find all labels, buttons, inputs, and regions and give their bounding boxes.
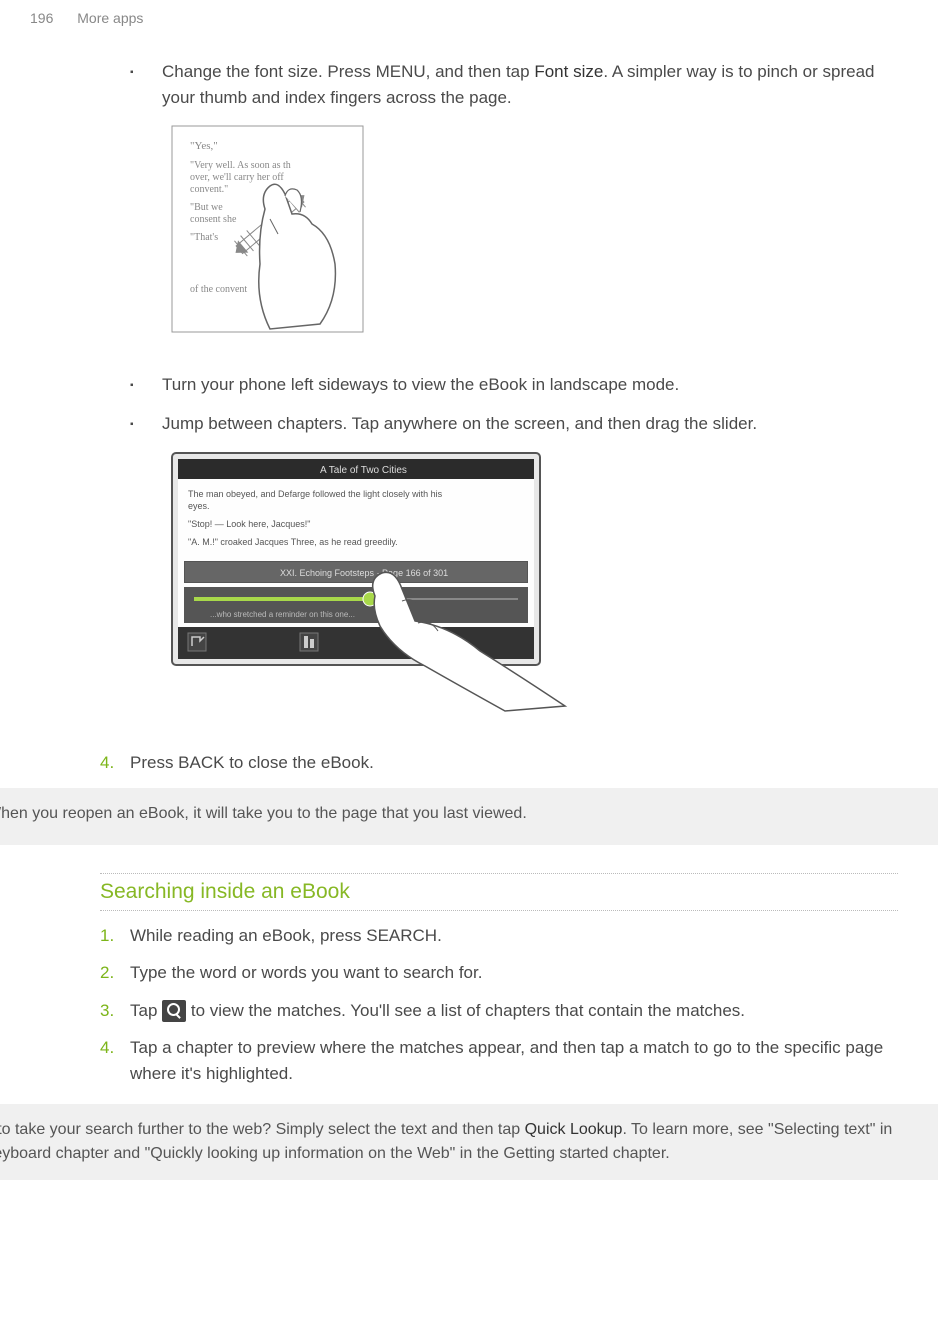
svg-text:"Yes,": "Yes," xyxy=(190,140,218,152)
search-step-2: 2. Type the word or words you want to se… xyxy=(100,960,898,986)
search-step-4: 4. Tap a chapter to preview where the ma… xyxy=(100,1035,898,1086)
page-header: 196 More apps xyxy=(0,0,938,29)
step-4-close: 4. Press BACK to close the eBook. xyxy=(100,750,898,776)
svg-text:"A. M.!" croaked Jacques Three: "A. M.!" croaked Jacques Three, as he re… xyxy=(188,537,398,547)
step-text: While reading an eBook, press SEARCH. xyxy=(130,923,898,949)
page-number: 196 xyxy=(30,10,53,26)
bullet-text: Turn your phone left sideways to view th… xyxy=(162,372,898,398)
svg-text:"That's: "That's xyxy=(190,232,218,243)
svg-text:XXI. Echoing Footsteps · Page: XXI. Echoing Footsteps · Page 166 of 301 xyxy=(280,568,448,578)
step-text: Tap a chapter to preview where the match… xyxy=(130,1035,898,1086)
svg-text:consent she: consent she xyxy=(190,214,237,225)
svg-text:eyes.: eyes. xyxy=(188,501,210,511)
figure-slider: A Tale of Two Cities The man obeyed, and… xyxy=(170,451,898,721)
search-step-3: 3. Tap to view the matches. You'll see a… xyxy=(100,998,898,1024)
svg-text:convent.": convent." xyxy=(190,184,228,195)
svg-text:The man obeyed, and Defarge fo: The man obeyed, and Defarge followed the… xyxy=(188,489,443,499)
figure-pinch: "Yes," "Very well. As soon as th over, w… xyxy=(170,124,898,342)
search-step-1: 1. While reading an eBook, press SEARCH. xyxy=(100,923,898,949)
note-text: When you reopen an eBook, it will take y… xyxy=(0,802,898,826)
tip-text: Want to take your search further to the … xyxy=(0,1118,898,1166)
bullet-item-font-size: ▪ Change the font size. Press MENU, and … xyxy=(130,59,898,110)
search-section: Searching inside an eBook 1. While readi… xyxy=(0,873,938,1086)
step-number: 4. xyxy=(100,750,130,776)
bullet-text: Change the font size. Press MENU, and th… xyxy=(162,59,898,110)
step-number: 3. xyxy=(100,998,130,1024)
step-text: Press BACK to close the eBook. xyxy=(130,750,898,776)
svg-text:...who stretched a reminder on: ...who stretched a reminder on this one.… xyxy=(210,610,355,619)
bullet-marker: ▪ xyxy=(130,372,162,398)
bullet-item-chapters: ▪ Jump between chapters. Tap anywhere on… xyxy=(130,411,898,437)
tip-quick-lookup: Want to take your search further to the … xyxy=(0,1104,938,1180)
step-text: Tap to view the matches. You'll see a li… xyxy=(130,998,898,1024)
section-title: More apps xyxy=(77,10,143,26)
step-number: 1. xyxy=(100,923,130,949)
svg-text:"Very well. As soon as th: "Very well. As soon as th xyxy=(190,160,291,171)
bullet-marker: ▪ xyxy=(130,59,162,110)
bullet-item-landscape: ▪ Turn your phone left sideways to view … xyxy=(130,372,898,398)
bullet-marker: ▪ xyxy=(130,411,162,437)
step-number: 2. xyxy=(100,960,130,986)
note-reopen: When you reopen an eBook, it will take y… xyxy=(0,788,938,846)
bullet-text: Jump between chapters. Tap anywhere on t… xyxy=(162,411,898,437)
svg-text:"Stop! — Look here, Jacques!": "Stop! — Look here, Jacques!" xyxy=(188,519,310,529)
svg-text:over, we'll carry her off: over, we'll carry her off xyxy=(190,172,284,183)
svg-text:of the convent: of the convent xyxy=(190,284,247,295)
step-text: Type the word or words you want to searc… xyxy=(130,960,898,986)
search-icon xyxy=(162,1000,186,1022)
heading-search: Searching inside an eBook xyxy=(100,873,898,911)
page-body: ▪ Change the font size. Press MENU, and … xyxy=(0,29,938,776)
step-number: 4. xyxy=(100,1035,130,1086)
svg-text:A Tale of Two Cities: A Tale of Two Cities xyxy=(320,465,407,476)
svg-text:"But we: "But we xyxy=(190,202,223,213)
